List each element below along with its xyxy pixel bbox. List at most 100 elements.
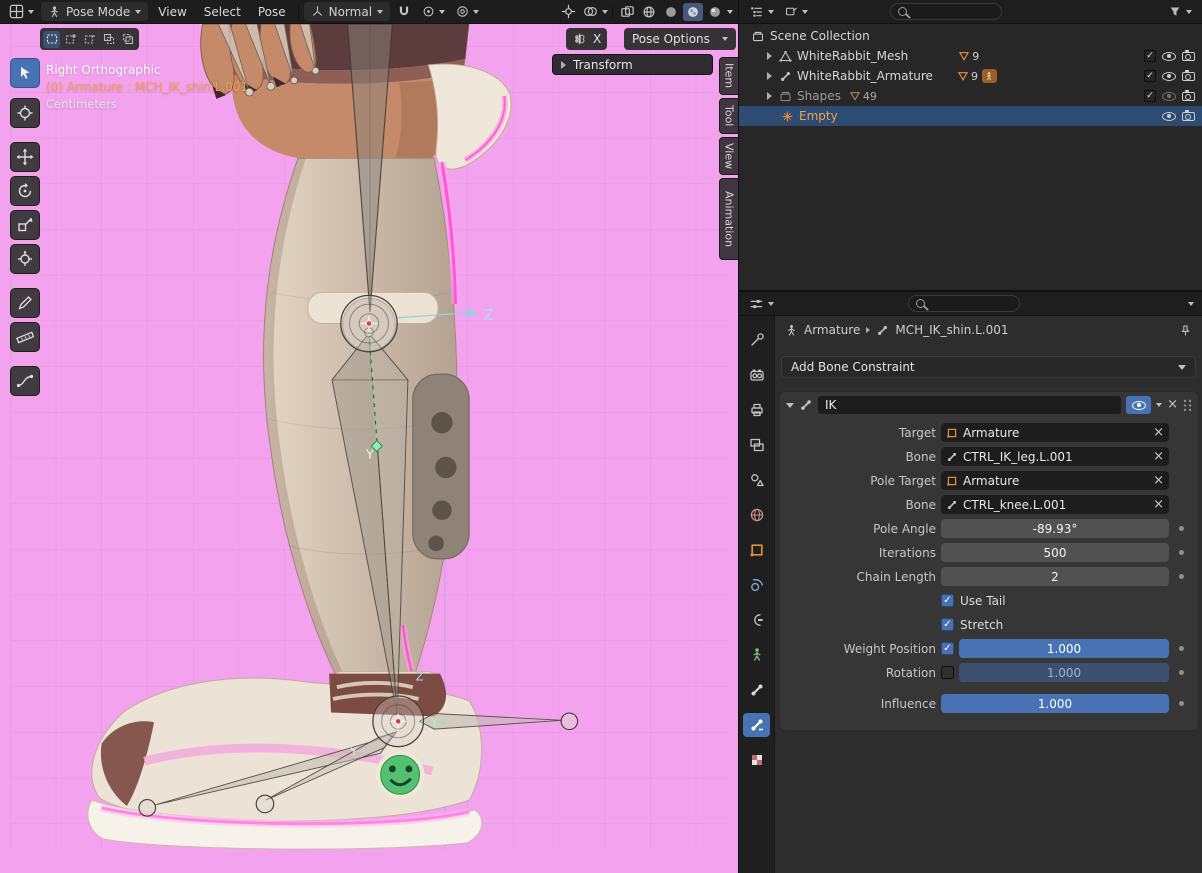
disable-render-camera-icon[interactable] [1182, 92, 1195, 101]
select-mode-invert-button[interactable] [100, 31, 117, 48]
tab-object[interactable] [743, 538, 770, 562]
menu-select[interactable]: Select [197, 3, 248, 21]
constraint-enable-toggle[interactable] [1126, 396, 1151, 414]
animate-decorator[interactable] [1179, 701, 1184, 706]
shading-material-button[interactable] [683, 3, 703, 21]
tab-bone[interactable] [743, 678, 770, 702]
tab-scene[interactable] [743, 468, 770, 492]
tab-object-data[interactable] [743, 643, 770, 667]
selectability-checkbox[interactable] [1144, 50, 1156, 62]
target-object-field[interactable]: Armature [941, 423, 1169, 442]
disable-render-camera-icon[interactable] [1182, 112, 1195, 121]
sidebar-tab-tool[interactable]: Tool [719, 98, 738, 134]
selectability-checkbox[interactable] [1144, 90, 1156, 102]
animate-decorator[interactable] [1179, 670, 1184, 675]
clear-bone-button[interactable] [1153, 451, 1164, 463]
toe-widget-circle[interactable] [561, 713, 578, 730]
chevron-down-icon[interactable] [1188, 302, 1194, 306]
outliner-row-mesh[interactable]: WhiteRabbit_Mesh 9 [739, 46, 1202, 66]
mode-dropdown[interactable]: Pose Mode [41, 2, 148, 21]
outliner-filter-button[interactable] [1166, 3, 1194, 20]
pole-angle-field[interactable]: -89.93° [941, 519, 1169, 538]
outliner-row-empty[interactable]: Empty [739, 106, 1202, 126]
editor-type-button[interactable] [5, 2, 38, 21]
sidebar-tab-animation[interactable]: Animation [719, 178, 738, 260]
shading-solid-button[interactable] [661, 3, 681, 21]
hide-viewport-eye-icon[interactable] [1162, 72, 1176, 81]
outliner-display-mode-button[interactable] [782, 3, 810, 20]
select-mode-new-button[interactable] [43, 31, 60, 48]
tab-texture[interactable] [743, 748, 770, 772]
weight-position-checkbox[interactable] [941, 642, 954, 655]
constraint-extras-dropdown[interactable] [1156, 403, 1162, 407]
sidebar-tab-view[interactable]: View [719, 137, 738, 175]
animate-decorator[interactable] [1179, 646, 1184, 651]
properties-editor-type-button[interactable] [747, 295, 776, 313]
shading-wireframe-button[interactable] [639, 3, 659, 21]
breadcrumb-bone[interactable]: MCH_IK_shin.L.001 [895, 323, 1008, 337]
add-bone-constraint-button[interactable]: Add Bone Constraint [781, 356, 1196, 378]
properties-search-input[interactable] [908, 295, 1020, 312]
constraint-name-field[interactable]: IK [818, 396, 1121, 414]
outliner-search-input[interactable] [890, 3, 1002, 20]
move-tool[interactable] [10, 142, 40, 172]
iterations-field[interactable]: 500 [941, 543, 1169, 562]
menu-pose[interactable]: Pose [251, 3, 293, 21]
tab-tool[interactable] [743, 328, 770, 352]
pin-icon[interactable] [1179, 324, 1192, 337]
animate-decorator[interactable] [1179, 526, 1184, 531]
overlays-toggle[interactable] [580, 3, 600, 21]
transform-tool[interactable] [10, 244, 40, 274]
tab-view-layer[interactable] [743, 433, 770, 457]
sidebar-tab-item[interactable]: Item [719, 57, 738, 95]
disable-render-camera-icon[interactable] [1182, 52, 1195, 61]
scale-tool[interactable] [10, 210, 40, 240]
select-box-tool[interactable] [10, 58, 40, 88]
stretch-checkbox[interactable] [941, 618, 954, 631]
heel-widget-circle[interactable] [139, 800, 156, 817]
selectability-checkbox[interactable] [1144, 70, 1156, 82]
panel-expand-icon[interactable] [786, 403, 794, 408]
disable-render-camera-icon[interactable] [1182, 72, 1195, 81]
pole-target-object-field[interactable]: Armature [941, 471, 1169, 490]
hide-viewport-eye-icon[interactable] [1162, 52, 1176, 61]
knee-widget-circle[interactable] [341, 295, 397, 351]
xray-toggle[interactable] [617, 3, 637, 21]
expand-icon[interactable] [767, 52, 772, 60]
outliner-editor-type-button[interactable] [747, 3, 776, 21]
rotate-tool[interactable] [10, 176, 40, 206]
hide-viewport-eye-icon[interactable] [1162, 92, 1176, 101]
proportional-edit-dropdown[interactable] [452, 3, 483, 20]
tab-physics[interactable] [743, 573, 770, 597]
clear-pole-target-button[interactable] [1153, 475, 1164, 487]
cursor-tool[interactable] [10, 98, 40, 128]
tab-object-constraints[interactable] [743, 608, 770, 632]
transform-orientation-dropdown[interactable]: Normal [304, 2, 390, 21]
menu-view[interactable]: View [151, 3, 193, 21]
midfoot-widget-circle[interactable] [256, 795, 274, 813]
breadcrumb-object[interactable]: Armature [804, 323, 860, 337]
expand-icon[interactable] [767, 92, 772, 100]
pose-options-dropdown[interactable]: Pose Options [624, 28, 736, 50]
snap-settings-dropdown[interactable] [418, 3, 449, 20]
tab-world[interactable] [743, 503, 770, 527]
outliner-row-scene-collection[interactable]: Scene Collection [739, 26, 1202, 46]
tab-output[interactable] [743, 398, 770, 422]
influence-slider[interactable]: 1.000 [941, 694, 1169, 713]
animate-decorator[interactable] [1179, 550, 1184, 555]
select-mode-extend-button[interactable] [62, 31, 79, 48]
outliner-row-armature[interactable]: WhiteRabbit_Armature 9 [739, 66, 1202, 86]
weight-position-slider[interactable]: 1.000 [959, 639, 1169, 658]
snap-toggle[interactable] [393, 3, 415, 21]
animate-decorator[interactable] [1179, 574, 1184, 579]
delete-constraint-button[interactable] [1167, 399, 1178, 411]
annotate-tool[interactable] [10, 288, 40, 318]
hide-viewport-eye-icon[interactable] [1162, 112, 1176, 121]
clear-pole-bone-button[interactable] [1153, 499, 1164, 511]
rotation-slider[interactable]: 1.000 [959, 663, 1169, 682]
chain-length-field[interactable]: 2 [941, 567, 1169, 586]
bone-field[interactable]: CTRL_IK_leg.L.001 [941, 447, 1169, 466]
tab-render[interactable] [743, 363, 770, 387]
tab-bone-constraints[interactable] [743, 713, 770, 737]
gizmo-toggle[interactable] [558, 3, 578, 21]
